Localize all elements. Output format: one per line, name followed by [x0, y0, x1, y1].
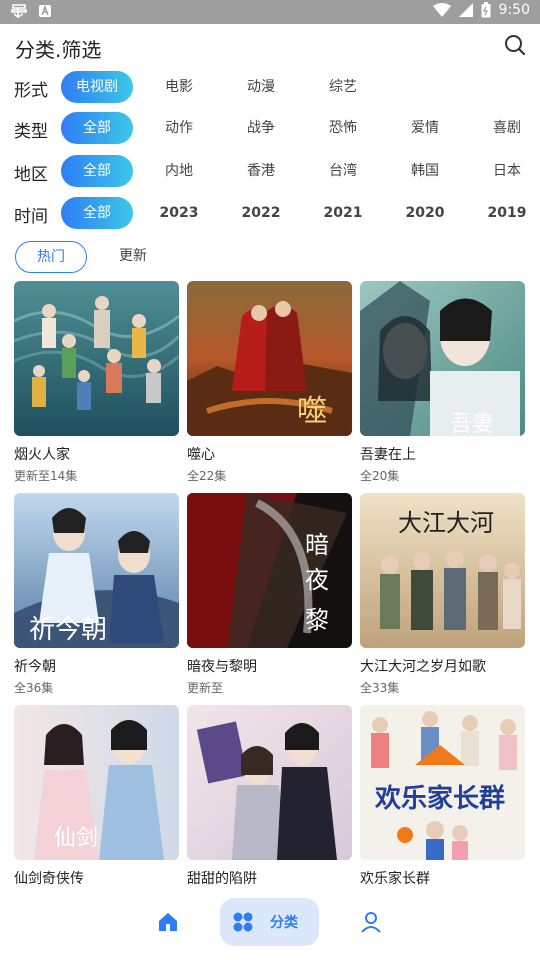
chip-genre-romance[interactable]: 爱情: [389, 112, 461, 144]
sort-tabs: 热门 更新: [0, 241, 540, 273]
svg-text:祈今朝: 祈今朝: [29, 615, 107, 645]
notification-a-icon: [38, 4, 52, 18]
chip-genre-all[interactable]: 全部: [61, 112, 133, 144]
nav-category-button[interactable]: 分类: [220, 898, 319, 946]
card-title: 烟火人家: [14, 447, 70, 463]
svg-text:吾妻: 吾妻: [450, 412, 494, 436]
bottom-nav: 分类: [0, 890, 540, 960]
svg-text:夜: 夜: [305, 566, 329, 594]
video-card[interactable]: 大江大河 大江大河之岁月如歌 全33集: [360, 493, 525, 696]
video-card[interactable]: 仙剑 仙剑奇侠传: [14, 705, 179, 891]
svg-text:欢乐家长群: 欢乐家长群: [374, 783, 505, 814]
card-episodes: 全36集: [14, 681, 54, 695]
sort-tab-latest[interactable]: 更新: [97, 241, 169, 273]
home-icon[interactable]: [156, 910, 180, 934]
search-icon[interactable]: [504, 34, 526, 56]
chip-year-2023[interactable]: 2023: [143, 197, 215, 229]
chip-genre-comedy[interactable]: 喜剧: [471, 112, 540, 144]
card-episodes: 全33集: [360, 681, 400, 695]
notification-app-icon: [10, 3, 28, 19]
svg-text:大江大河: 大江大河: [398, 509, 494, 537]
svg-text:噬: 噬: [297, 394, 327, 429]
user-icon[interactable]: [360, 910, 382, 934]
video-card[interactable]: 欢乐家长群 欢乐家长群: [360, 705, 525, 891]
video-card[interactable]: 甜甜的陷阱: [187, 705, 352, 891]
poster-image[interactable]: [187, 705, 352, 860]
chip-region-mainland[interactable]: 内地: [143, 155, 215, 187]
poster-image[interactable]: 噬: [187, 281, 352, 436]
chip-region-all[interactable]: 全部: [61, 155, 133, 187]
chip-year-2022[interactable]: 2022: [225, 197, 297, 229]
header: 分类.筛选: [0, 24, 540, 68]
chip-genre-action[interactable]: 动作: [143, 112, 215, 144]
svg-text:暗: 暗: [305, 531, 329, 559]
card-episodes: 更新至14集: [14, 469, 78, 483]
card-episodes: 全22集: [187, 469, 227, 483]
chip-genre-war[interactable]: 战争: [225, 112, 297, 144]
video-card[interactable]: 祈今朝 祈今朝 全36集: [14, 493, 179, 696]
svg-text:仙剑: 仙剑: [54, 826, 98, 851]
filter-row-year: 时间 全部 2023 2022 2021 2020 2019: [0, 194, 540, 234]
video-card[interactable]: 噬 噬心 全22集: [187, 281, 352, 484]
svg-text:黎: 黎: [305, 606, 329, 634]
card-title: 欢乐家长群: [360, 871, 430, 887]
video-card[interactable]: 烟火人家 更新至14集: [14, 281, 179, 484]
chip-form-tv[interactable]: 电视剧: [61, 71, 133, 103]
card-episodes: 更新至: [187, 681, 224, 695]
chip-form-variety[interactable]: 综艺: [307, 71, 379, 103]
filter-label-region: 地区: [14, 165, 48, 185]
signal-icon: [458, 3, 473, 17]
chip-region-japan[interactable]: 日本: [471, 155, 540, 187]
wifi-icon: [432, 3, 451, 17]
status-bar: 9:50: [0, 0, 540, 24]
poster-image[interactable]: 欢乐家长群: [360, 705, 525, 860]
filter-row-genre: 类型 全部 动作 战争 恐怖 爱情 喜剧: [0, 109, 540, 149]
category-icon: [232, 911, 254, 933]
poster-image[interactable]: 暗 夜 黎: [187, 493, 352, 648]
poster-image[interactable]: 祈今朝: [14, 493, 179, 648]
chip-year-all[interactable]: 全部: [61, 197, 133, 229]
chip-region-korea[interactable]: 韩国: [389, 155, 461, 187]
card-title: 甜甜的陷阱: [187, 871, 257, 887]
card-title: 大江大河之岁月如歌: [360, 659, 486, 675]
status-time: 9:50: [498, 2, 530, 18]
sort-tab-hot[interactable]: 热门: [15, 241, 87, 273]
page-title: 分类.筛选: [15, 38, 102, 62]
chip-form-movie[interactable]: 电影: [143, 71, 215, 103]
filter-label-genre: 类型: [14, 122, 48, 142]
poster-image[interactable]: 吾妻: [360, 281, 525, 436]
card-title: 噬心: [187, 447, 215, 463]
card-title: 祈今朝: [14, 659, 56, 675]
nav-category-label: 分类: [270, 915, 298, 931]
chip-year-2021[interactable]: 2021: [307, 197, 379, 229]
poster-image[interactable]: 大江大河: [360, 493, 525, 648]
card-title: 吾妻在上: [360, 447, 416, 463]
chip-form-anime[interactable]: 动漫: [225, 71, 297, 103]
battery-icon: [481, 2, 491, 18]
chip-genre-horror[interactable]: 恐怖: [307, 112, 379, 144]
poster-image[interactable]: [14, 281, 179, 436]
video-card[interactable]: 吾妻 吾妻在上 全20集: [360, 281, 525, 484]
filter-label-form: 形式: [14, 81, 48, 101]
filter-label-year: 时间: [14, 207, 48, 227]
video-card[interactable]: 暗 夜 黎 暗夜与黎明 更新至: [187, 493, 352, 696]
chip-year-2019[interactable]: 2019: [471, 197, 540, 229]
poster-image[interactable]: 仙剑: [14, 705, 179, 860]
filter-row-region: 地区 全部 内地 香港 台湾 韩国 日本: [0, 152, 540, 192]
card-title: 暗夜与黎明: [187, 659, 257, 675]
card-title: 仙剑奇侠传: [14, 871, 84, 887]
chip-region-hongkong[interactable]: 香港: [225, 155, 297, 187]
filter-row-form: 形式 电视剧 电影 动漫 综艺: [0, 68, 540, 108]
chip-year-2020[interactable]: 2020: [389, 197, 461, 229]
chip-region-taiwan[interactable]: 台湾: [307, 155, 379, 187]
card-episodes: 全20集: [360, 469, 400, 483]
